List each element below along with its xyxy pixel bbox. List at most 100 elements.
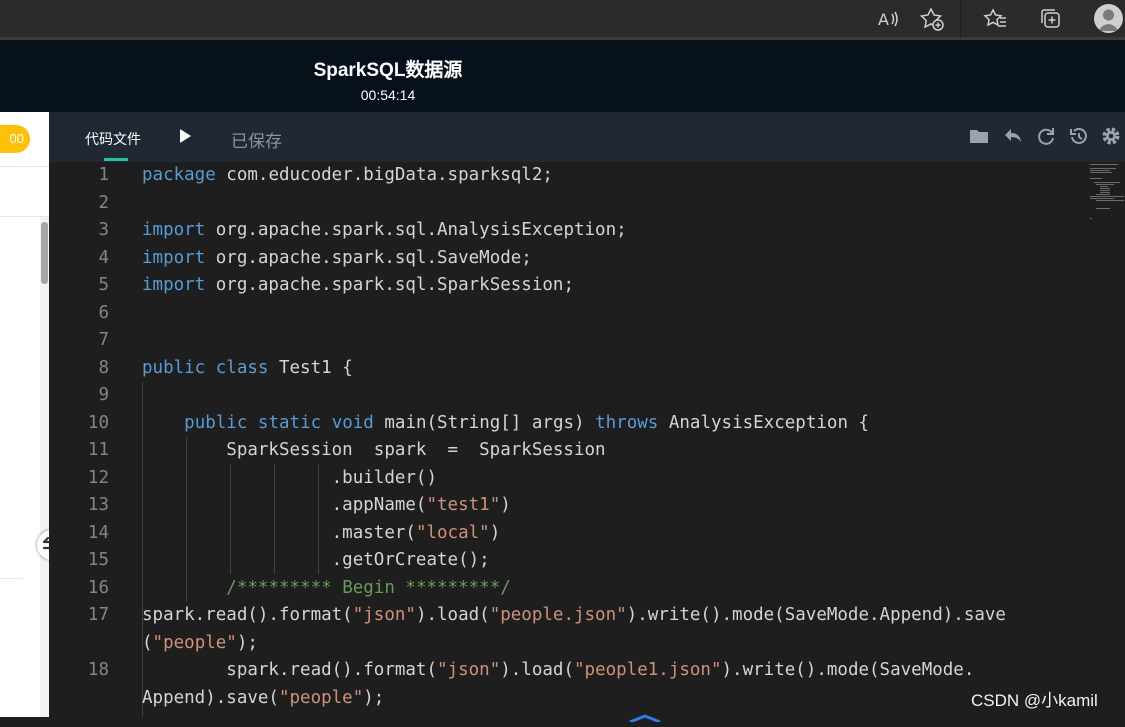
- line-number: 14: [87, 522, 109, 543]
- code-token: "people1.json": [574, 660, 722, 680]
- panel-scrollbar-thumb[interactable]: [41, 222, 48, 284]
- code-token: ).load(: [500, 660, 574, 680]
- minimap[interactable]: [1090, 162, 1125, 232]
- play-icon: [180, 129, 191, 143]
- save-status: 已保存: [231, 132, 282, 151]
- code-line[interactable]: /********* Begin *********/: [142, 575, 511, 603]
- code-token: ).write().mode(SaveMode.Append).save: [626, 605, 1006, 625]
- line-number: 8: [98, 357, 109, 378]
- code-line[interactable]: .getOrCreate();: [142, 547, 490, 575]
- code-token: void: [331, 412, 374, 433]
- code-token: Append).save(: [142, 687, 279, 708]
- code-token: ): [489, 522, 501, 543]
- code-token: );: [236, 632, 258, 653]
- code-line[interactable]: import org.apache.spark.sql.SparkSession…: [142, 272, 574, 300]
- line-number: 10: [87, 412, 109, 433]
- browser-toolbar: A: [0, 0, 1125, 40]
- code-line[interactable]: import org.apache.spark.sql.AnalysisExce…: [142, 217, 627, 245]
- line-number: 6: [98, 302, 109, 323]
- refresh-icon[interactable]: [1035, 125, 1057, 147]
- svg-text:A: A: [878, 10, 889, 29]
- code-editor[interactable]: 1 2 3 4 5 6 7 8 9 10 11 12 13 14 15 16 17 18 package com.…: [49, 162, 1125, 717]
- code-token: Test1 {: [268, 357, 353, 378]
- code-token: throws: [595, 412, 659, 433]
- code-line[interactable]: .appName("test1"): [142, 492, 511, 520]
- code-token: ): [500, 495, 511, 515]
- code-token: "local": [415, 522, 490, 543]
- code-token: .builder(): [142, 467, 438, 488]
- line-number: 1: [98, 165, 109, 185]
- code-line[interactable]: ("people");: [142, 630, 258, 658]
- code-token: spark.read().format(: [142, 605, 353, 625]
- code-line[interactable]: import org.apache.spark.sql.SaveMode;: [142, 245, 532, 273]
- folder-icon[interactable]: [968, 125, 990, 147]
- add-favorite-icon[interactable]: [919, 6, 945, 32]
- code-token: .getOrCreate();: [142, 550, 490, 570]
- code-token: org.apache.spark.sql.SaveMode;: [205, 247, 532, 268]
- code-token: spark.read().format(: [142, 660, 438, 680]
- code-token: /********* Begin *********/: [226, 577, 511, 598]
- code-line[interactable]: .master("local"): [142, 520, 501, 548]
- code-token: "test1": [426, 495, 501, 515]
- countdown-timer: 00:54:14: [360, 87, 416, 103]
- divider: [0, 578, 22, 579]
- code-line[interactable]: spark.read().format("json").load("people…: [142, 657, 974, 685]
- code-token: com.educoder.bigData.sparksql2;: [215, 165, 553, 185]
- code-token: public: [142, 357, 206, 378]
- code-line[interactable]: SparkSession spark = SparkSession: [142, 437, 606, 465]
- read-aloud-icon[interactable]: A: [875, 6, 901, 32]
- code-line[interactable]: package com.educoder.bigData.sparksql2;: [142, 162, 553, 190]
- line-number: 4: [98, 247, 109, 268]
- history-icon[interactable]: [1068, 125, 1090, 147]
- code-token: "json": [437, 660, 501, 680]
- profile-avatar-icon[interactable]: [1094, 4, 1123, 33]
- code-token: ).load(: [415, 605, 490, 625]
- code-token: static: [257, 412, 322, 433]
- code-token: "json": [352, 605, 416, 625]
- line-number: 17: [87, 605, 109, 625]
- code-token: package: [142, 165, 216, 185]
- score-badge: 00: [0, 125, 30, 153]
- code-token: ).write().mode(SaveMode.: [721, 660, 975, 680]
- line-number: 11: [87, 440, 109, 460]
- code-token: "people.json": [489, 605, 627, 625]
- code-line[interactable]: public static void main(String[] args) t…: [142, 410, 869, 438]
- settings-icon[interactable]: [1100, 125, 1122, 147]
- active-tab-indicator: [104, 158, 128, 161]
- watermark: CSDN @小kamil: [971, 691, 1098, 710]
- line-number: 16: [87, 577, 109, 598]
- code-token: );: [363, 687, 385, 708]
- page-title: SparkSQL数据源: [313, 60, 463, 81]
- run-button[interactable]: [175, 126, 195, 146]
- code-token: class: [215, 357, 269, 378]
- code-token: main(String[] args): [373, 412, 596, 433]
- panel-scrollbar[interactable]: [40, 217, 49, 717]
- code-token: "people": [152, 632, 237, 653]
- code-line[interactable]: Append).save("people");: [142, 685, 384, 713]
- code-token: import: [142, 247, 206, 268]
- code-token: (: [142, 632, 153, 653]
- line-number: 3: [98, 220, 109, 240]
- code-line[interactable]: .builder(): [142, 465, 437, 493]
- code-token: AnalysisException {: [658, 412, 870, 433]
- divider: [0, 166, 49, 167]
- bottom-indicator: [628, 709, 662, 724]
- collections-icon[interactable]: [1038, 6, 1064, 32]
- code-token: SparkSession spark = SparkSession: [142, 440, 606, 460]
- tab-code-file[interactable]: 代码文件: [85, 129, 141, 149]
- code-token: "people": [278, 687, 364, 708]
- line-number: 15: [87, 550, 109, 570]
- task-description-panel: 00: [0, 112, 49, 717]
- code-token: import: [142, 220, 206, 240]
- browser-toolbar-divider: [960, 0, 961, 38]
- code-line[interactable]: spark.read().format("json").load("people…: [142, 602, 1006, 630]
- code-line[interactable]: public class Test1 {: [142, 355, 353, 383]
- line-number: 7: [98, 330, 109, 350]
- line-number: 18: [87, 660, 109, 680]
- line-number: 13: [87, 495, 109, 515]
- favorites-icon[interactable]: [983, 6, 1009, 32]
- undo-icon[interactable]: [1002, 125, 1024, 147]
- code-token: public: [184, 412, 248, 433]
